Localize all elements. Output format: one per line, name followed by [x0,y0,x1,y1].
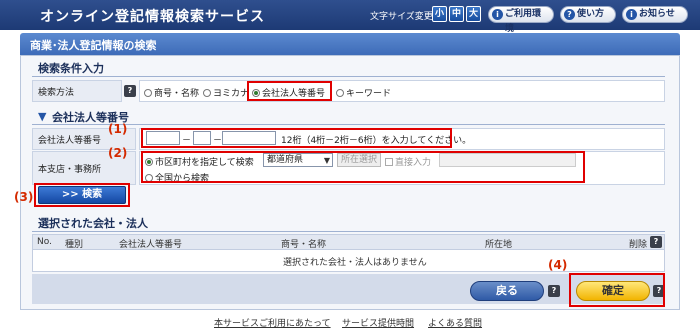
app-title: オンライン登記情報検索サービス [40,9,265,25]
highlight-box [34,183,130,207]
collapse-icon[interactable]: ▼ [38,110,46,123]
how-to-button-label: 使い方 [577,9,605,19]
search-method-label-cell: 検索方法 [32,80,122,102]
font-size-large-button[interactable]: 大 [466,6,481,22]
font-size-label: 文字サイズ変更 [370,12,433,22]
footer-link-terms[interactable]: 本サービスご利用にあたって [214,316,331,329]
option-trade-name-label: 商号・名称 [154,89,200,99]
search-conditions-title: 検索条件入力 [38,62,104,75]
selected-table-header: No. 種別 会社法人等番号 商号・名称 所在地 削除 ? [32,234,665,250]
callout-2: (2) [108,146,128,160]
info-icon: i [492,9,503,20]
selected-section-title: 選択された会社・法人 [38,217,148,230]
column-header-no: No. [37,237,52,247]
column-header-delete: 削除 [629,240,648,250]
option-trade-name[interactable]: 商号・名称 [144,86,199,99]
callout-4: (4) [548,258,568,272]
footer-link-hours[interactable]: サービス提供時間 [342,316,414,329]
back-button[interactable]: 戻る [470,281,544,301]
font-size-small-button[interactable]: 小 [432,6,447,22]
section-divider [32,231,665,232]
news-button[interactable]: i お知らせ [622,6,688,23]
option-yomikana[interactable]: ヨミカナ [203,86,249,99]
highlight-box [141,128,452,148]
column-header-address: 所在地 [485,240,513,250]
environment-button-label: ご利用環境 [505,9,542,34]
highlight-box [569,273,665,307]
callout-1: (1) [108,122,128,136]
selected-table-body: 選択された会社・法人はありません [32,250,665,272]
info-icon: i [626,9,637,20]
corp-number-label: 会社法人等番号 [38,136,102,146]
search-method-help-icon[interactable]: ? [124,85,136,97]
option-keyword-label: キーワード [346,89,392,99]
section-divider [32,76,665,77]
radio-icon [144,89,152,97]
back-help-icon[interactable]: ? [548,285,560,297]
app-header: オンライン登記情報検索サービス 文字サイズ変更 小 中 大 i ご利用環境 ? … [0,0,700,34]
font-size-medium-button[interactable]: 中 [449,6,464,22]
page-heading: 商業･法人登記情報の検索 [30,39,157,52]
environment-button[interactable]: i ご利用環境 [488,6,554,34]
search-method-label: 検索方法 [38,88,75,98]
column-header-name: 商号・名称 [281,240,327,250]
delete-help-icon[interactable]: ? [650,236,662,248]
callout-3: (3) [14,190,34,204]
radio-icon [336,89,344,97]
news-button-label: お知らせ [639,9,675,19]
empty-message: 選択された会社・法人はありません [283,258,427,268]
column-header-type: 種別 [65,240,84,250]
column-header-corp-number: 会社法人等番号 [119,240,183,250]
highlight-box [247,81,332,101]
page-heading-bar: 商業･法人登記情報の検索 [20,33,680,55]
office-label: 本支店・事務所 [38,165,102,175]
help-icon: ? [564,9,575,20]
option-keyword[interactable]: キーワード [336,86,391,99]
footer-link-faq[interactable]: よくある質問 [428,316,482,329]
highlight-box [141,151,585,183]
how-to-button[interactable]: ? 使い方 [560,6,616,23]
radio-icon [203,89,211,97]
option-yomikana-label: ヨミカナ [213,89,250,99]
